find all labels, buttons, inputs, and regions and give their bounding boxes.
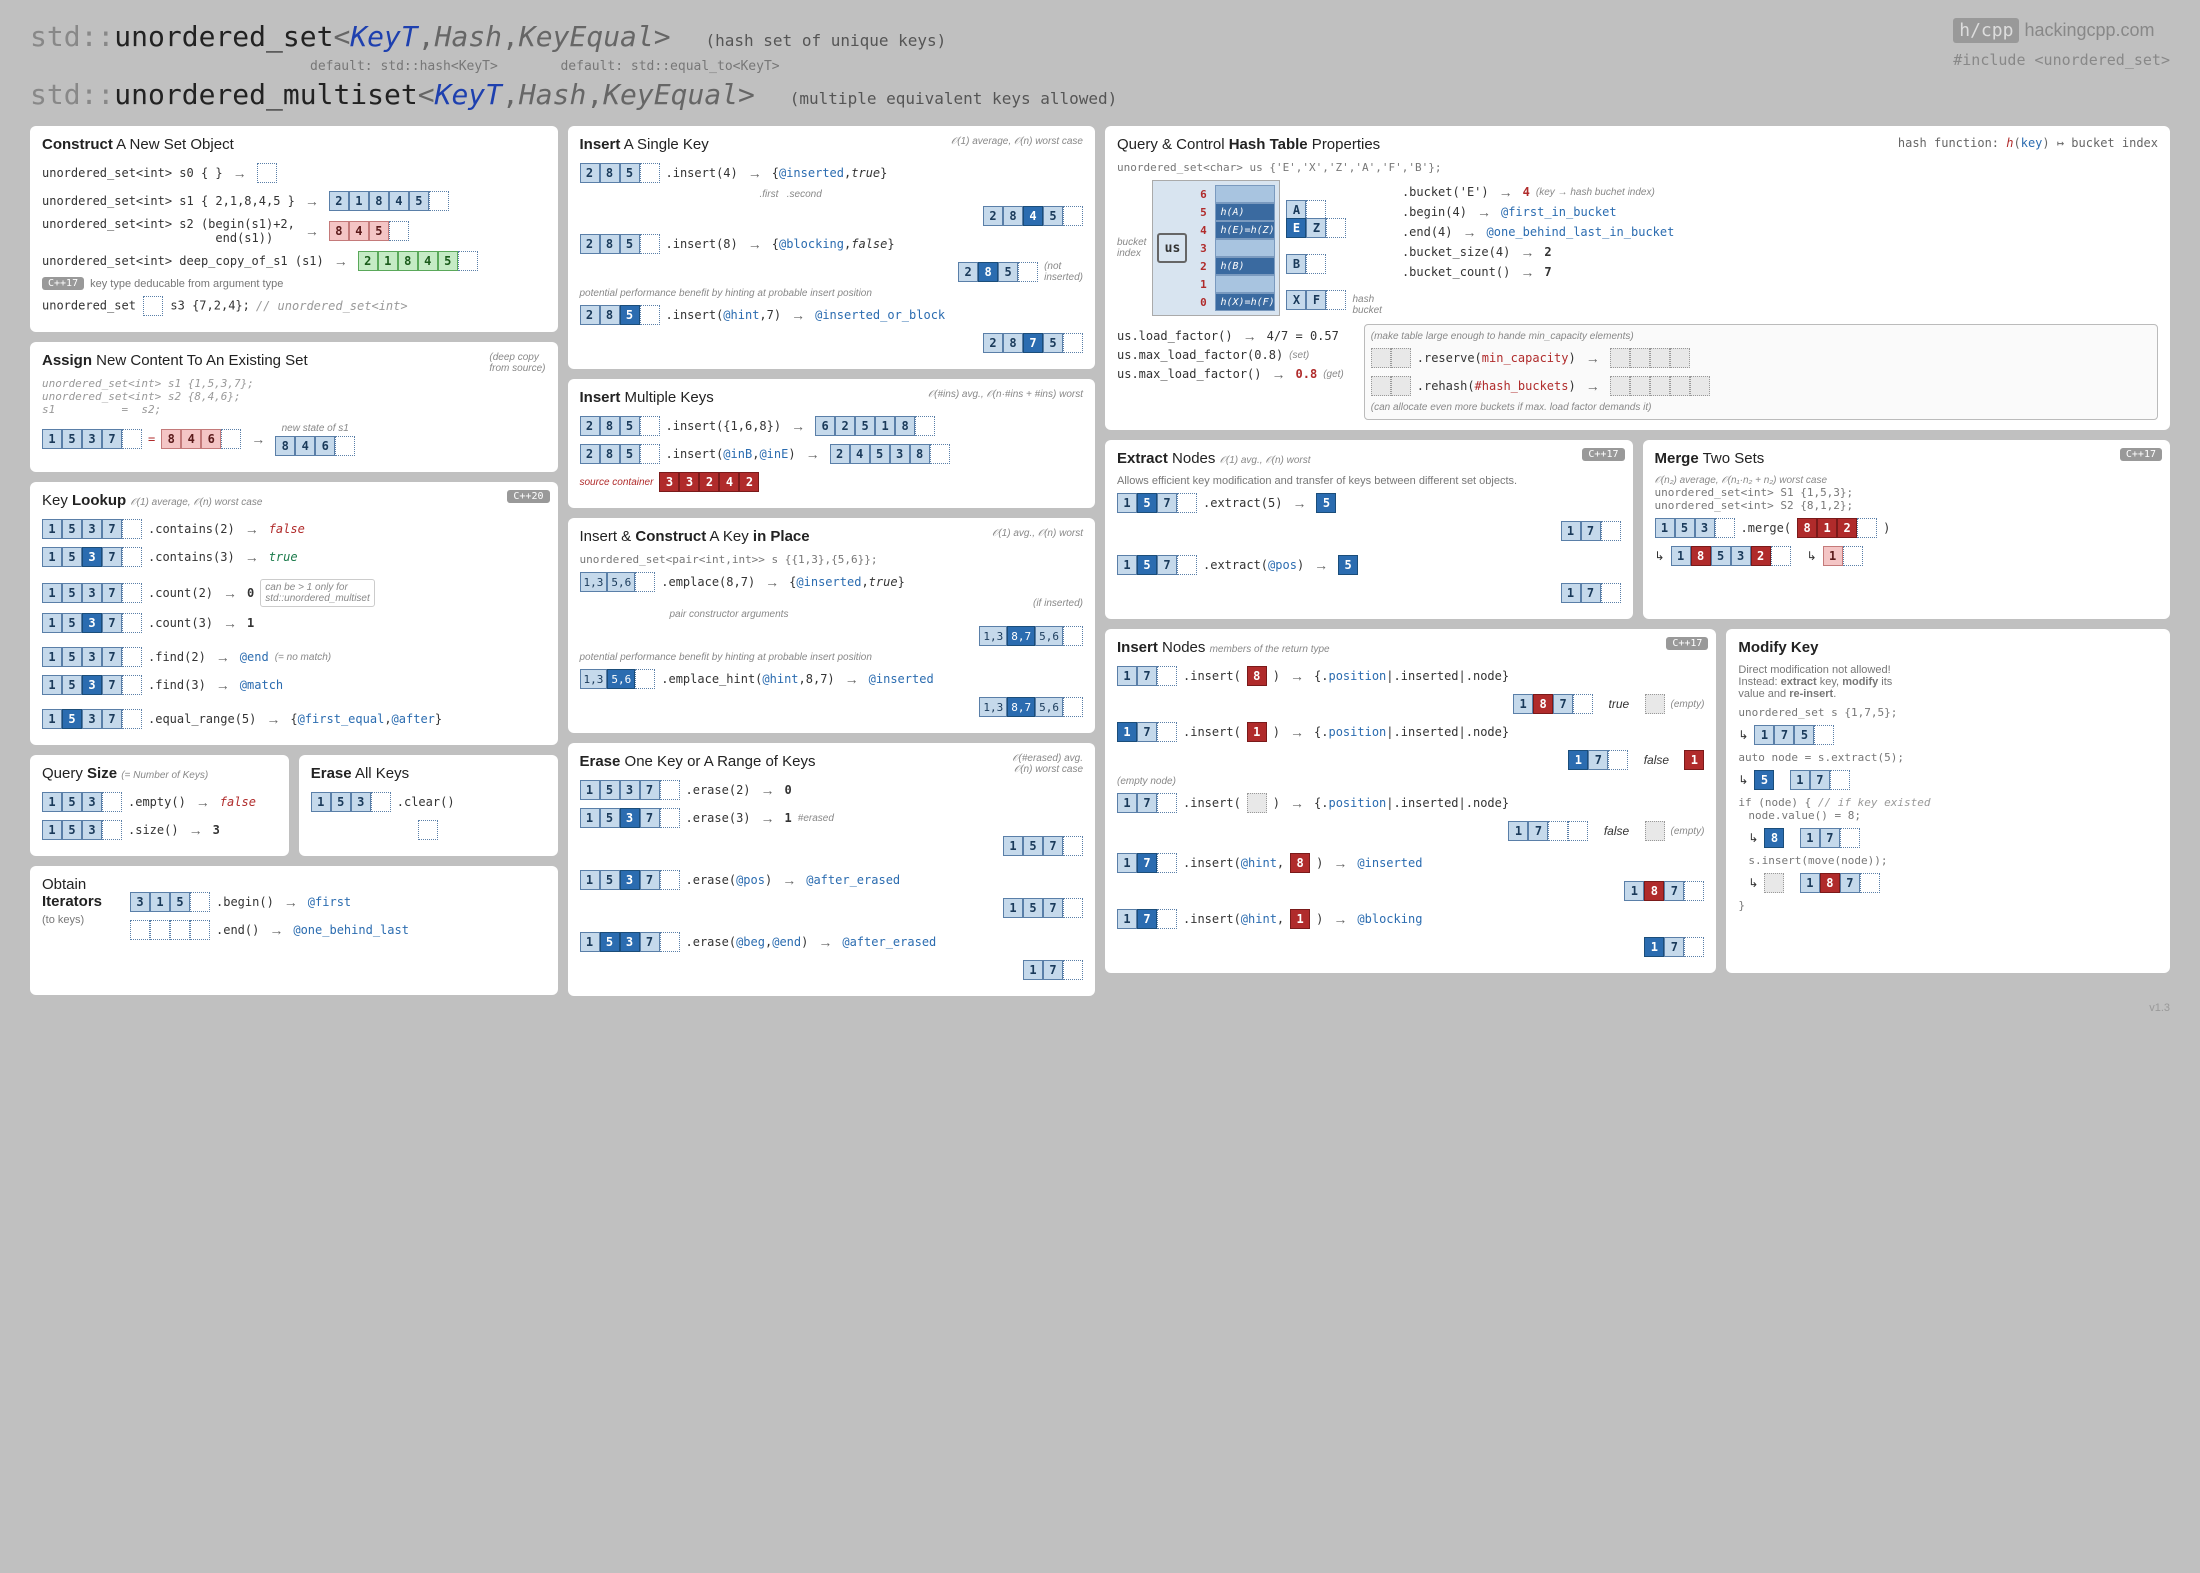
site-name: hackingcpp.com [2024, 20, 2154, 40]
construct-card: Construct A New Set Object unordered_set… [30, 126, 558, 332]
modify-key-card: Modify Key Direct modification not allow… [1726, 629, 2170, 973]
hashprops-card: Query & Control Hash Table Properties ha… [1105, 126, 2170, 430]
extract-card: Extract Nodes 𝒪(1) avg., 𝒪(n) worst C++1… [1105, 440, 1633, 619]
insert-multi-card: Insert Multiple Keys 𝒪(#ins) avg., 𝒪(n·#… [568, 379, 1096, 508]
site-logo: h/cpp [1953, 18, 2019, 43]
defaults-line: default: std::hash<KeyT> default: std::e… [310, 59, 2170, 74]
iterators-card: ObtainIterators(to keys) 315 .begin()→ @… [30, 866, 558, 995]
include-directive: #include <unordered_set> [1953, 51, 2170, 69]
version-label: v1.3 [30, 1002, 2170, 1014]
emplace-card: Insert & Construct A Key in Place 𝒪(1) a… [568, 518, 1096, 733]
merge-card: Merge Two Sets C++17 𝒪(n₂) average, 𝒪(n₁… [1643, 440, 2171, 619]
type1-line: std::unordered_set<KeyT,Hash,KeyEqual> (… [30, 20, 2170, 53]
lookup-card: Key Lookup 𝒪(1) average, 𝒪(n) worst case… [30, 482, 558, 745]
insert-single-card: Insert A Single Key 𝒪(1) average, 𝒪(n) w… [568, 126, 1096, 369]
erase-card: Erase One Key or A Range of Keys 𝒪(#eras… [568, 743, 1096, 996]
assign-card: Assign New Content To An Existing Set (d… [30, 342, 558, 472]
erase-all-card: Erase All Keys 153 .clear() [299, 755, 558, 856]
size-card: Query Size (= Number of Keys) 153 .empty… [30, 755, 289, 856]
type2-line: std::unordered_multiset<KeyT,Hash,KeyEqu… [30, 78, 2170, 111]
insert-nodes-card: Insert Nodes members of the return type … [1105, 629, 1716, 973]
